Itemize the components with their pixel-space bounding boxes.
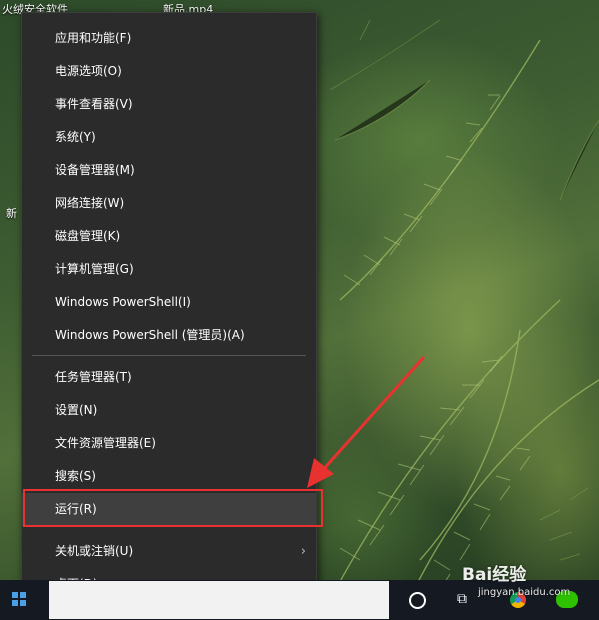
cortana-icon[interactable]: [409, 592, 426, 609]
taskbar-search-box[interactable]: [49, 581, 389, 619]
baidu-watermark: Bai经验: [462, 565, 527, 585]
windows-start-icon[interactable]: [12, 592, 26, 606]
baidu-watermark-url: jingyan.baidu.com: [478, 587, 571, 598]
task-view-icon[interactable]: ⧉: [457, 591, 467, 607]
annotation-arrow-icon: [307, 355, 426, 488]
